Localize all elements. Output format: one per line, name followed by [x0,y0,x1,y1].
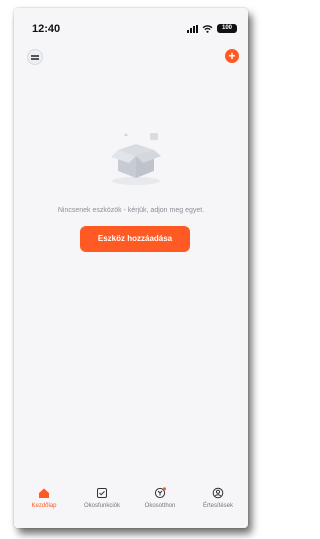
tab-notifications[interactable]: Értesítések [189,487,247,509]
tab-label: Értesítések [202,503,233,509]
status-time: 12:40 [32,23,61,35]
empty-box-icon [111,133,161,185]
profile-icon [212,487,224,499]
battery-indicator: 100 [217,24,237,33]
signal-icon [187,24,198,33]
status-bar: 12:40 100 [14,8,248,36]
smart-home-icon [154,487,166,499]
menu-button[interactable] [27,49,43,65]
home-icon [39,488,49,498]
tab-label: Okosfunkciók [83,503,120,509]
status-icons: 100 [187,24,237,33]
wifi-icon [202,24,213,33]
empty-state-message: Nincsenek eszközök - kérjük, adjon meg e… [57,207,205,214]
add-device-button[interactable]: Eszköz hozzáadása [80,226,190,252]
app-screen: 12:40 100 + Nincsenek eszközök - kérjük,… [14,8,248,528]
tab-automations[interactable]: Okosfunkciók [73,487,131,509]
tab-label: Okosotthon [144,503,176,509]
tab-smart-home[interactable]: Okosotthon [131,487,189,509]
tab-home[interactable]: Kezdőlap [15,487,73,509]
tab-label: Kezdőlap [31,503,57,509]
checklist-icon [97,488,107,498]
bottom-tab-bar: Kezdőlap Okosfunkciók Okosotthon Értesít… [14,480,248,528]
add-icon[interactable]: + [225,49,239,63]
